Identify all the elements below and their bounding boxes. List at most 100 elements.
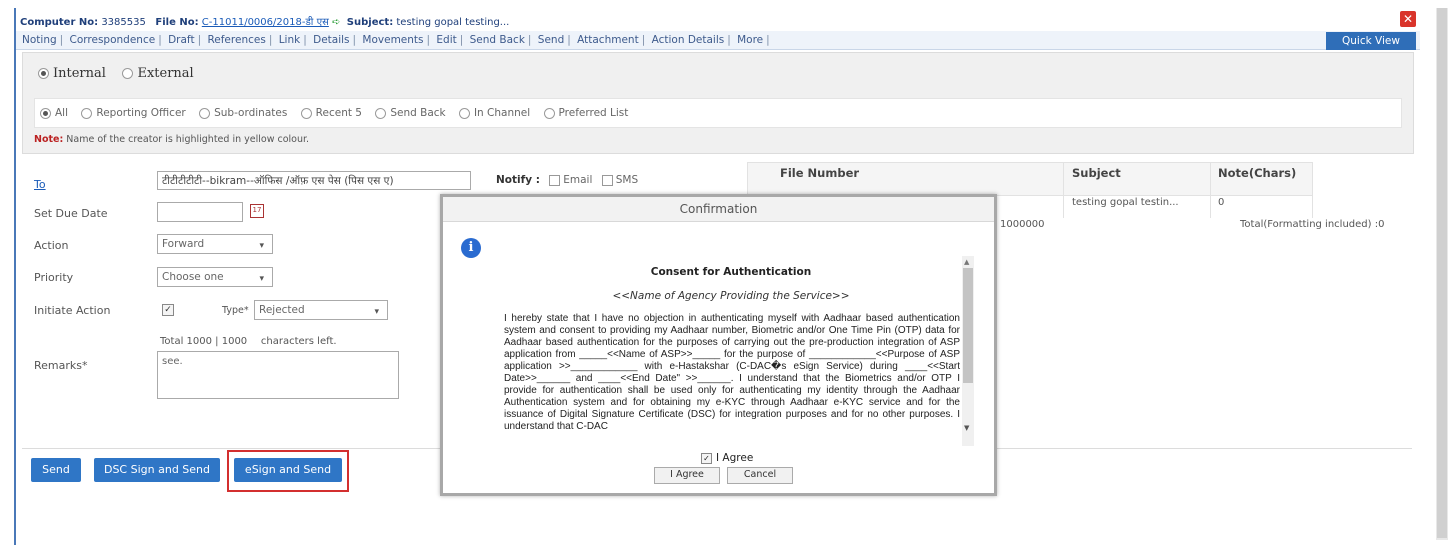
col-divider [1063,162,1064,218]
col-note-chars: Note(Chars) [1218,166,1297,180]
filter-reporting-officer[interactable]: Reporting Officer [81,107,186,119]
quick-view-button[interactable]: Quick View [1326,32,1416,50]
menu-item-correspondence[interactable]: Correspondence [70,34,156,46]
menu-item-references[interactable]: References [207,34,265,46]
menu-items: Noting | Correspondence | Draft | Reference… [22,34,770,46]
radio-dot [300,107,312,119]
filter-label: Send Back [390,107,446,119]
menu-item-send[interactable]: Send [538,34,564,46]
dsc-sign-send-button[interactable]: DSC Sign and Send [94,458,220,482]
filter-label: Reporting Officer [96,107,186,119]
radio-dot [122,68,134,79]
calendar-icon[interactable]: 17 [250,204,264,218]
filter-label: In Channel [473,107,531,119]
row-subject: testing gopal testin... [1072,197,1179,208]
type-select[interactable]: Rejected [254,300,388,321]
note-text: Note: Name of the creator is highlighted… [34,134,309,145]
remarks-textarea[interactable]: see. [157,351,399,399]
menu-item-link[interactable]: Link [279,34,301,46]
total-chars: Total 1000 | [160,336,219,347]
agree-label: I Agree [716,452,754,464]
agree-checkbox[interactable]: ✓ [701,452,712,464]
computer-no-label: Computer No: [20,17,99,28]
computer-no-value: 3385535 [101,17,146,28]
scroll-down-icon[interactable]: ▼ [964,424,969,432]
page-scrollbar-thumb[interactable] [1437,8,1447,538]
filter-sub-ordinates[interactable]: Sub-ordinates [199,107,287,119]
radio-dot [375,107,387,119]
close-icon[interactable]: ✕ [1400,11,1416,27]
filter-in-channel[interactable]: In Channel [458,107,531,119]
menu-item-action-details[interactable]: Action Details [652,34,725,46]
consent-text: I hereby state that I have no objection … [504,313,960,432]
note-count: 1000000 [1000,219,1045,230]
col-divider [1312,162,1313,218]
radio-dot [38,68,49,79]
priority-value: Choose one [162,271,224,283]
initiate-action-checkbox[interactable]: ✓ [162,304,174,316]
filter-label: All [55,107,69,119]
menu-item-more[interactable]: More [737,34,763,46]
priority-label: Priority [34,271,74,284]
email-checkbox[interactable] [549,174,561,186]
scroll-up-icon[interactable]: ▲ [964,258,969,266]
radio-dot [40,107,51,119]
due-date-input[interactable] [157,202,243,222]
subject-value: testing gopal testing... [396,17,510,28]
cancel-button[interactable]: Cancel [727,467,793,484]
agree-button[interactable]: I Agree [654,467,720,484]
file-no-link[interactable]: C-11011/0006/2018-डी एस [202,17,329,28]
filter-radio-group: All Reporting Officer Sub-ordinates Rece… [40,107,638,119]
filter-send-back[interactable]: Send Back [375,107,446,119]
menu-item-send-back[interactable]: Send Back [470,34,525,46]
to-link[interactable]: To [34,178,46,191]
dialog-title: Confirmation [443,197,994,222]
filter-all[interactable]: All [40,107,68,119]
radio-dot [543,107,555,119]
radio-dot [458,107,470,119]
subject-label: Subject: [346,17,394,28]
filter-label: Preferred List [558,107,629,119]
filter-preferred-list[interactable]: Preferred List [543,107,629,119]
consent-scrollbar-thumb[interactable] [963,268,973,383]
file-info: Computer No: 3385535 File No: C-11011/00… [20,14,509,28]
char-counter: Total 1000 | 1000 characters left. [160,336,337,347]
file-no-label: File No: [155,17,199,28]
col-subject: Subject [1072,166,1121,180]
total-formatting: Total(Formatting included) :0 [1240,219,1385,230]
info-icon: i [461,238,481,258]
radio-external[interactable]: External [122,66,194,81]
row-note-chars: 0 [1218,197,1225,208]
type-value: Rejected [259,304,305,316]
email-label: Email [563,174,593,186]
filter-label: Recent 5 [315,107,362,119]
priority-select[interactable]: Choose one [157,267,273,288]
send-button[interactable]: Send [31,458,81,482]
menu-item-noting[interactable]: Noting [22,34,57,46]
menu-item-details[interactable]: Details [313,34,349,46]
scope-radio-group: Internal External [38,66,194,81]
menu-item-draft[interactable]: Draft [168,34,194,46]
filter-label: Sub-ordinates [214,107,288,119]
to-field[interactable]: टीटीटीटीटी--bikram--ऑफिस /ऑफ़ एस पेस (पि… [157,171,471,190]
action-label: Action [34,239,69,252]
highlight-outline [227,450,349,492]
menu-item-edit[interactable]: Edit [436,34,456,46]
sms-checkbox[interactable] [601,174,613,186]
radio-internal[interactable]: Internal [38,66,106,81]
action-select[interactable]: Forward [157,234,273,255]
col-file-number: File Number [780,166,860,180]
arrow-icon: ➪ [332,17,341,28]
due-date-label: Set Due Date [34,207,108,220]
col-divider [1210,162,1211,218]
filter-recent-5[interactable]: Recent 5 [300,107,362,119]
type-label: Type* [222,305,249,316]
radio-dot [81,107,93,119]
agree-checkbox-row[interactable]: ✓ I Agree [701,452,753,464]
sms-label: SMS [615,174,639,186]
notify-label: Notify : [496,174,540,186]
initiate-action-label: Initiate Action [34,304,111,317]
menu-item-movements[interactable]: Movements [362,34,423,46]
menu-item-attachment[interactable]: Attachment [577,34,639,46]
notify-options: Notify : Email SMS [496,174,638,186]
